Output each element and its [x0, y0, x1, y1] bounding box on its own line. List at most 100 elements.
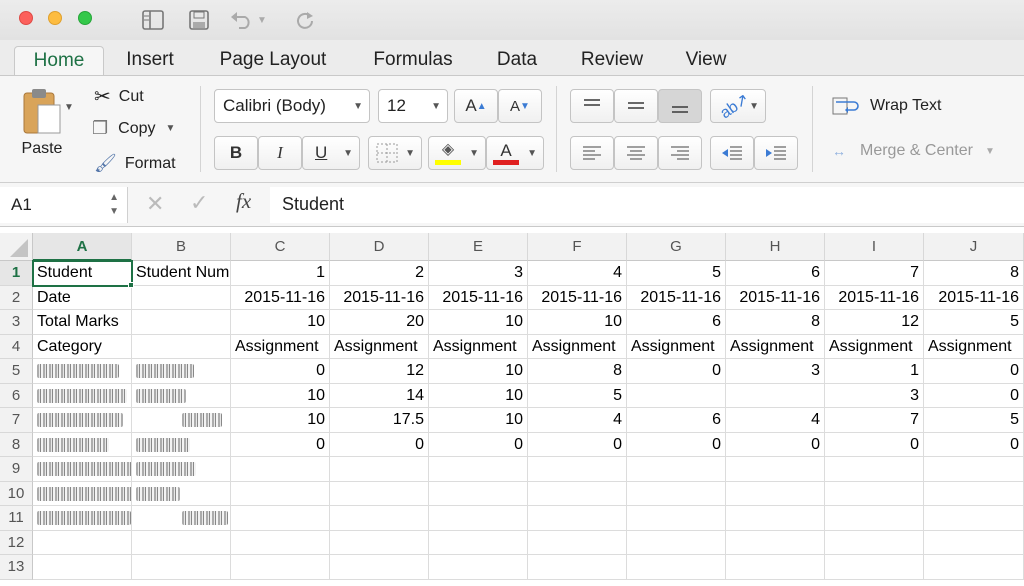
- cell-j1[interactable]: 8: [924, 261, 1024, 286]
- cell-g4[interactable]: Assignment: [627, 334, 726, 359]
- copy-dropdown-icon[interactable]: ▼: [166, 123, 176, 134]
- cell-i3[interactable]: 12: [825, 310, 924, 335]
- cell-j10[interactable]: [924, 481, 1024, 506]
- formula-input[interactable]: Student: [270, 187, 1024, 223]
- cell-b4[interactable]: [132, 334, 231, 359]
- cell-d3[interactable]: 20: [330, 310, 429, 335]
- cell-f1[interactable]: 4: [528, 261, 627, 286]
- column-header-e[interactable]: E: [429, 233, 528, 261]
- cell-h8[interactable]: 0: [726, 432, 825, 457]
- tab-insert[interactable]: Insert: [114, 46, 186, 76]
- cell-b3[interactable]: [132, 310, 231, 335]
- cell-h12[interactable]: [726, 530, 825, 555]
- cell-b10[interactable]: [132, 481, 231, 506]
- cell-d9[interactable]: [330, 457, 429, 482]
- cell-f11[interactable]: [528, 506, 627, 531]
- cell-a4[interactable]: Category: [33, 334, 132, 359]
- column-header-i[interactable]: I: [825, 233, 924, 261]
- cell-g12[interactable]: [627, 530, 726, 555]
- cell-e8[interactable]: 0: [429, 432, 528, 457]
- column-header-h[interactable]: H: [726, 233, 825, 261]
- tab-page-layout[interactable]: Page Layout: [206, 46, 340, 76]
- cancel-icon[interactable]: ✕: [146, 191, 164, 217]
- row-header-4[interactable]: 4: [0, 334, 33, 359]
- cell-f4[interactable]: Assignment: [528, 334, 627, 359]
- cell-c1[interactable]: 1: [231, 261, 330, 286]
- cell-g5[interactable]: 0: [627, 359, 726, 384]
- paste-button[interactable]: [12, 86, 72, 138]
- copy-button[interactable]: ❐ Copy ▼: [92, 118, 175, 139]
- align-center-button[interactable]: [614, 136, 658, 170]
- align-right-button[interactable]: [658, 136, 702, 170]
- cell-a6[interactable]: [33, 383, 132, 408]
- undo-dropdown-icon[interactable]: ▼: [257, 15, 267, 26]
- cell-b13[interactable]: [132, 555, 231, 580]
- cell-f5[interactable]: 8: [528, 359, 627, 384]
- cell-g7[interactable]: 6: [627, 408, 726, 433]
- cell-i1[interactable]: 7: [825, 261, 924, 286]
- tab-home[interactable]: Home: [14, 46, 104, 76]
- underline-button[interactable]: U ▼: [302, 136, 360, 170]
- decrease-indent-button[interactable]: [710, 136, 754, 170]
- cell-j4[interactable]: Assignment: [924, 334, 1024, 359]
- merge-center-button[interactable]: ↔ Merge & Center ▼: [832, 142, 995, 160]
- cell-b1[interactable]: Student Num: [132, 261, 231, 286]
- align-left-button[interactable]: [570, 136, 614, 170]
- cell-f9[interactable]: [528, 457, 627, 482]
- cell-e5[interactable]: 10: [429, 359, 528, 384]
- cell-a10[interactable]: [33, 481, 132, 506]
- column-header-f[interactable]: F: [528, 233, 627, 261]
- fill-color-button[interactable]: ◈ ▼: [428, 136, 486, 170]
- row-header-7[interactable]: 7: [0, 408, 33, 433]
- close-window-button[interactable]: [19, 11, 33, 25]
- row-header-11[interactable]: 11: [0, 506, 33, 531]
- cell-j8[interactable]: 0: [924, 432, 1024, 457]
- cell-a3[interactable]: Total Marks: [33, 310, 132, 335]
- cell-h1[interactable]: 6: [726, 261, 825, 286]
- cell-d7[interactable]: 17.5: [330, 408, 429, 433]
- cell-f2[interactable]: 2015-11-16: [528, 285, 627, 310]
- cell-j2[interactable]: 2015-11-16: [924, 285, 1024, 310]
- column-header-g[interactable]: G: [627, 233, 726, 261]
- cell-h6[interactable]: [726, 383, 825, 408]
- row-header-5[interactable]: 5: [0, 359, 33, 384]
- cell-i6[interactable]: 3: [825, 383, 924, 408]
- cell-d10[interactable]: [330, 481, 429, 506]
- cell-j11[interactable]: [924, 506, 1024, 531]
- decrease-font-size-button[interactable]: A ▼: [498, 89, 542, 123]
- cell-i8[interactable]: 0: [825, 432, 924, 457]
- cell-i4[interactable]: Assignment: [825, 334, 924, 359]
- italic-button[interactable]: I: [258, 136, 302, 170]
- tab-view[interactable]: View: [676, 46, 736, 76]
- column-header-b[interactable]: B: [132, 233, 231, 261]
- cell-i12[interactable]: [825, 530, 924, 555]
- cell-g9[interactable]: [627, 457, 726, 482]
- cell-f12[interactable]: [528, 530, 627, 555]
- cell-c8[interactable]: 0: [231, 432, 330, 457]
- row-header-8[interactable]: 8: [0, 432, 33, 457]
- cell-g11[interactable]: [627, 506, 726, 531]
- increase-indent-button[interactable]: [754, 136, 798, 170]
- cell-a5[interactable]: [33, 359, 132, 384]
- select-all-corner[interactable]: [0, 233, 33, 261]
- cell-e7[interactable]: 10: [429, 408, 528, 433]
- cell-g13[interactable]: [627, 555, 726, 580]
- wrap-text-button[interactable]: Wrap Text: [832, 96, 941, 116]
- cell-e11[interactable]: [429, 506, 528, 531]
- cell-d2[interactable]: 2015-11-16: [330, 285, 429, 310]
- cell-e9[interactable]: [429, 457, 528, 482]
- cell-h13[interactable]: [726, 555, 825, 580]
- tab-formulas[interactable]: Formulas: [360, 46, 466, 76]
- cell-i5[interactable]: 1: [825, 359, 924, 384]
- cell-j3[interactable]: 5: [924, 310, 1024, 335]
- cut-button[interactable]: ✂ Cut: [94, 84, 144, 109]
- cell-h2[interactable]: 2015-11-16: [726, 285, 825, 310]
- cell-c10[interactable]: [231, 481, 330, 506]
- cell-j7[interactable]: 5: [924, 408, 1024, 433]
- cell-f8[interactable]: 0: [528, 432, 627, 457]
- row-header-10[interactable]: 10: [0, 481, 33, 506]
- insert-function-icon[interactable]: fx: [236, 189, 251, 214]
- align-bottom-button[interactable]: [658, 89, 702, 123]
- cell-a7[interactable]: [33, 408, 132, 433]
- cell-e10[interactable]: [429, 481, 528, 506]
